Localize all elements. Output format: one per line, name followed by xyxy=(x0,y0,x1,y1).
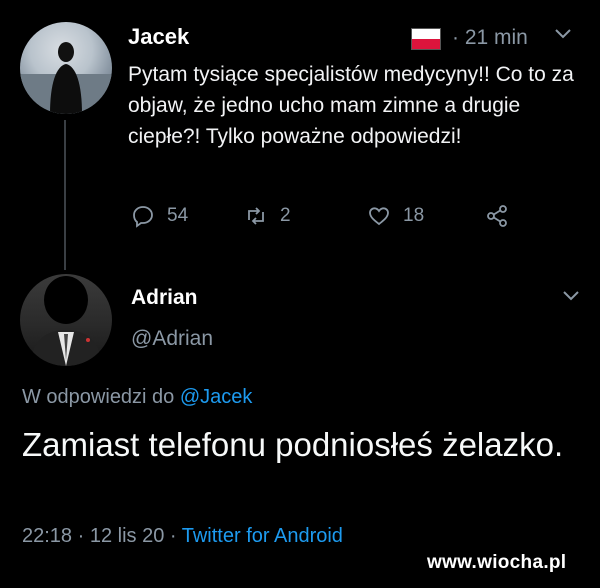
chevron-down-icon[interactable] xyxy=(561,288,581,304)
reply-author-handle[interactable]: @Adrian xyxy=(131,327,213,351)
reply-tweet-text: Zamiast telefonu podniosłeś żelazko. xyxy=(22,426,564,463)
reply-action[interactable]: 54 xyxy=(131,204,188,228)
replying-to-prefix: W odpowiedzi do xyxy=(22,386,175,408)
original-tweet-text: Pytam tysiące specjalistów medycyny!! Co… xyxy=(128,63,574,148)
tweet-actions: 54 2 18 xyxy=(0,204,600,230)
like-icon xyxy=(369,207,389,226)
retweet-count: 2 xyxy=(280,205,291,226)
retweet-action[interactable]: 2 xyxy=(244,204,291,228)
replying-to-mention[interactable]: @Jacek xyxy=(180,386,253,408)
source-app-link[interactable]: Twitter for Android xyxy=(182,525,343,547)
share-action[interactable] xyxy=(485,204,509,228)
jacek-avatar[interactable] xyxy=(20,22,112,114)
chevron-down-icon[interactable] xyxy=(553,26,573,42)
reply-timestamp[interactable]: 22:18 · 12 lis 20 · xyxy=(22,525,177,547)
reply-author-name[interactable]: Adrian xyxy=(131,286,198,310)
poland-flag-icon xyxy=(411,28,441,50)
thread-connector xyxy=(64,120,66,270)
adrian-avatar[interactable] xyxy=(20,274,112,366)
reply-icon xyxy=(133,206,153,228)
like-action[interactable]: 18 xyxy=(367,204,424,228)
original-time[interactable]: · 21 min xyxy=(452,26,528,50)
share-icon xyxy=(487,205,507,227)
replying-to: W odpowiedzi do @Jacek xyxy=(22,386,252,409)
watermark: www.wiocha.pl xyxy=(427,552,567,573)
like-count: 18 xyxy=(403,205,425,226)
reply-meta: 22:18 · 12 lis 20 · Twitter for Android xyxy=(22,525,343,548)
original-author-name[interactable]: Jacek xyxy=(128,24,189,50)
reply-count: 54 xyxy=(167,205,189,226)
retweet-icon xyxy=(248,207,264,225)
